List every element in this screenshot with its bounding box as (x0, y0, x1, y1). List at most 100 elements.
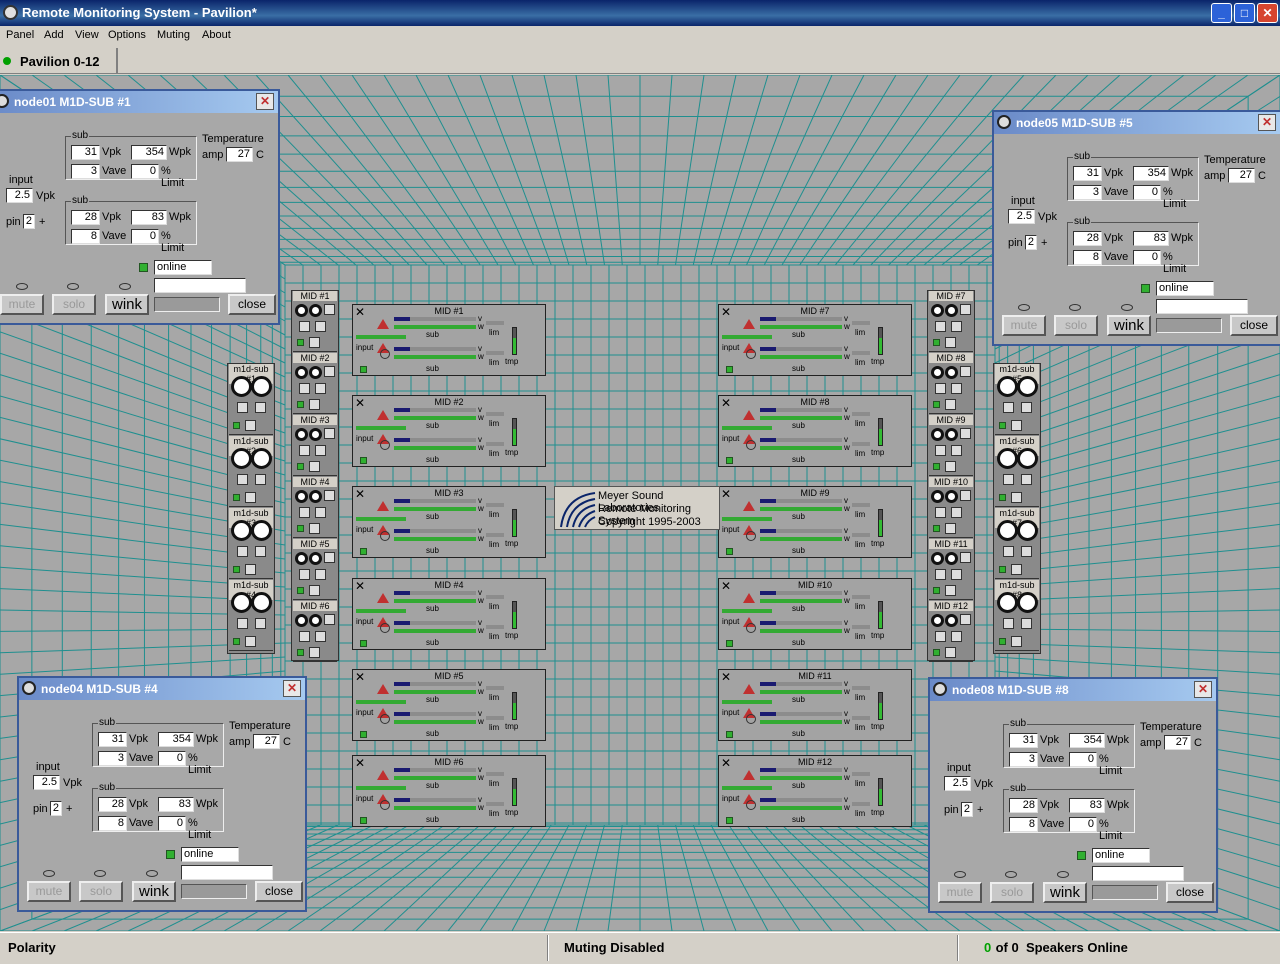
mid-speaker[interactable]: MID #6 (293, 601, 337, 662)
solo-button[interactable]: solo (52, 294, 96, 315)
mute-indicator-icon (1018, 304, 1030, 311)
sub-speaker[interactable]: m1d-sub #4 (229, 580, 273, 651)
close-icon[interactable]: ✕ (1194, 681, 1212, 698)
mid-speaker[interactable]: MID #11 (929, 539, 973, 600)
close-window-button[interactable]: ✕ (1257, 3, 1278, 23)
sub-speaker[interactable]: m1d-sub #6 (995, 436, 1039, 507)
w-label: w (844, 443, 850, 452)
node-window: node04 M1D-SUB #4 ✕ sub 31 Vpk 354 Wpk 3 Vave 0% … (17, 676, 307, 912)
mid-speaker[interactable]: MID #9 (929, 415, 973, 476)
close-button[interactable]: close (1230, 315, 1278, 336)
mute-indicator-icon (43, 870, 55, 877)
status-field[interactable] (181, 865, 273, 880)
w-label: w (844, 504, 850, 513)
sub-speaker[interactable]: m1d-sub #2 (229, 436, 273, 507)
mid-speaker[interactable]: MID #1 (293, 291, 337, 352)
level-bar (394, 712, 410, 716)
lim-indicator (852, 503, 870, 507)
mute-button[interactable]: mute (27, 881, 71, 902)
close-icon[interactable]: ✕ (283, 680, 301, 697)
sub-speaker[interactable]: m1d-sub #8 (995, 580, 1039, 651)
s-button-icon[interactable] (746, 349, 756, 359)
close-button[interactable]: close (228, 294, 276, 315)
solo-button[interactable]: solo (990, 882, 1034, 903)
level-bar-track (776, 768, 842, 772)
solo-button[interactable]: solo (79, 881, 123, 902)
vpk-value: 28 (71, 210, 100, 225)
limit-value: 0 (131, 229, 159, 244)
vpk-unit: Vpk (102, 146, 121, 158)
input-bar (722, 700, 772, 704)
sub-speaker[interactable]: m1d-sub #7 (995, 508, 1039, 579)
lim-indicator (852, 686, 870, 690)
s-button-icon[interactable] (380, 531, 390, 541)
mid-speaker[interactable]: MID #2 (293, 353, 337, 414)
s-button-icon[interactable] (746, 623, 756, 633)
menu-options[interactable]: Options (108, 29, 146, 41)
s-button-icon[interactable] (380, 714, 390, 724)
speaker-cone-icon (309, 490, 322, 503)
s-button-icon[interactable] (746, 714, 756, 724)
mid-speaker[interactable]: MID #10 (929, 477, 973, 538)
wink-button[interactable]: wink (1107, 315, 1151, 336)
status-field[interactable] (1156, 299, 1248, 314)
wink-button[interactable]: wink (132, 881, 176, 902)
status-field[interactable] (1092, 866, 1184, 881)
mid-speaker[interactable]: MID #12 (929, 601, 973, 662)
menu-about[interactable]: About (202, 29, 231, 41)
level-bar (760, 599, 842, 603)
temperature-label: Temperature (229, 720, 291, 732)
status-led-icon (297, 649, 304, 656)
menu-muting[interactable]: Muting (157, 29, 190, 41)
monitor-icon (935, 445, 946, 456)
mid-speaker[interactable]: MID #7 (929, 291, 973, 352)
mid-speaker[interactable]: MID #8 (929, 353, 973, 414)
mid-speaker[interactable]: MID #5 (293, 539, 337, 600)
close-icon[interactable]: ✕ (1258, 114, 1276, 131)
close-button[interactable]: close (255, 881, 303, 902)
maximize-button[interactable]: □ (1234, 3, 1255, 23)
pin-plus: + (66, 803, 73, 815)
s-button-icon[interactable] (746, 440, 756, 450)
sub-speaker[interactable]: m1d-sub #3 (229, 508, 273, 579)
s-button-icon[interactable] (746, 531, 756, 541)
mid-speaker[interactable]: MID #3 (293, 415, 337, 476)
level-bar (394, 347, 410, 351)
menu-add[interactable]: Add (44, 29, 64, 41)
mid-speaker[interactable]: MID #4 (293, 477, 337, 538)
sub-speaker[interactable]: m1d-sub #5 (995, 364, 1039, 435)
s-button-icon[interactable] (380, 800, 390, 810)
minimize-button[interactable]: _ (1211, 3, 1232, 23)
subwoofer-cone-icon (251, 520, 272, 541)
status-led-icon (933, 339, 940, 346)
wpk-unit: Wpk (1107, 734, 1129, 746)
s-button-icon[interactable] (380, 349, 390, 359)
s-button-icon[interactable] (380, 440, 390, 450)
level-bar (394, 806, 476, 810)
mute-button[interactable]: mute (938, 882, 982, 903)
sub-speaker-column: m1d-sub #1 m1d-sub #2 m1d-sub #3 m1d-sub #4 (227, 363, 275, 654)
level-bar (394, 325, 476, 329)
menu-panel[interactable]: Panel (6, 29, 34, 41)
tab-pavilion[interactable]: Pavilion 0-12 (0, 48, 118, 74)
mute-button[interactable]: mute (1002, 315, 1046, 336)
vave-unit: Vave (1104, 186, 1129, 198)
s-button-icon[interactable] (380, 623, 390, 633)
wink-button[interactable]: wink (105, 294, 149, 315)
w-label: w (478, 717, 484, 726)
status-field[interactable] (154, 278, 246, 293)
status-divider (957, 935, 959, 961)
mute-button[interactable]: mute (0, 294, 44, 315)
lim-indicator (486, 503, 504, 507)
status-led-icon (360, 817, 367, 824)
close-icon[interactable]: ✕ (256, 93, 274, 110)
level-bar-track (776, 682, 842, 686)
sub-speaker[interactable]: m1d-sub #1 (229, 364, 273, 435)
menu-view[interactable]: View (75, 29, 99, 41)
wink-button[interactable]: wink (1043, 882, 1087, 903)
solo-button[interactable]: solo (1054, 315, 1098, 336)
limit-value: 0 (158, 816, 186, 831)
s-button-icon[interactable] (746, 800, 756, 810)
lim-indicator (486, 625, 504, 629)
close-button[interactable]: close (1166, 882, 1214, 903)
